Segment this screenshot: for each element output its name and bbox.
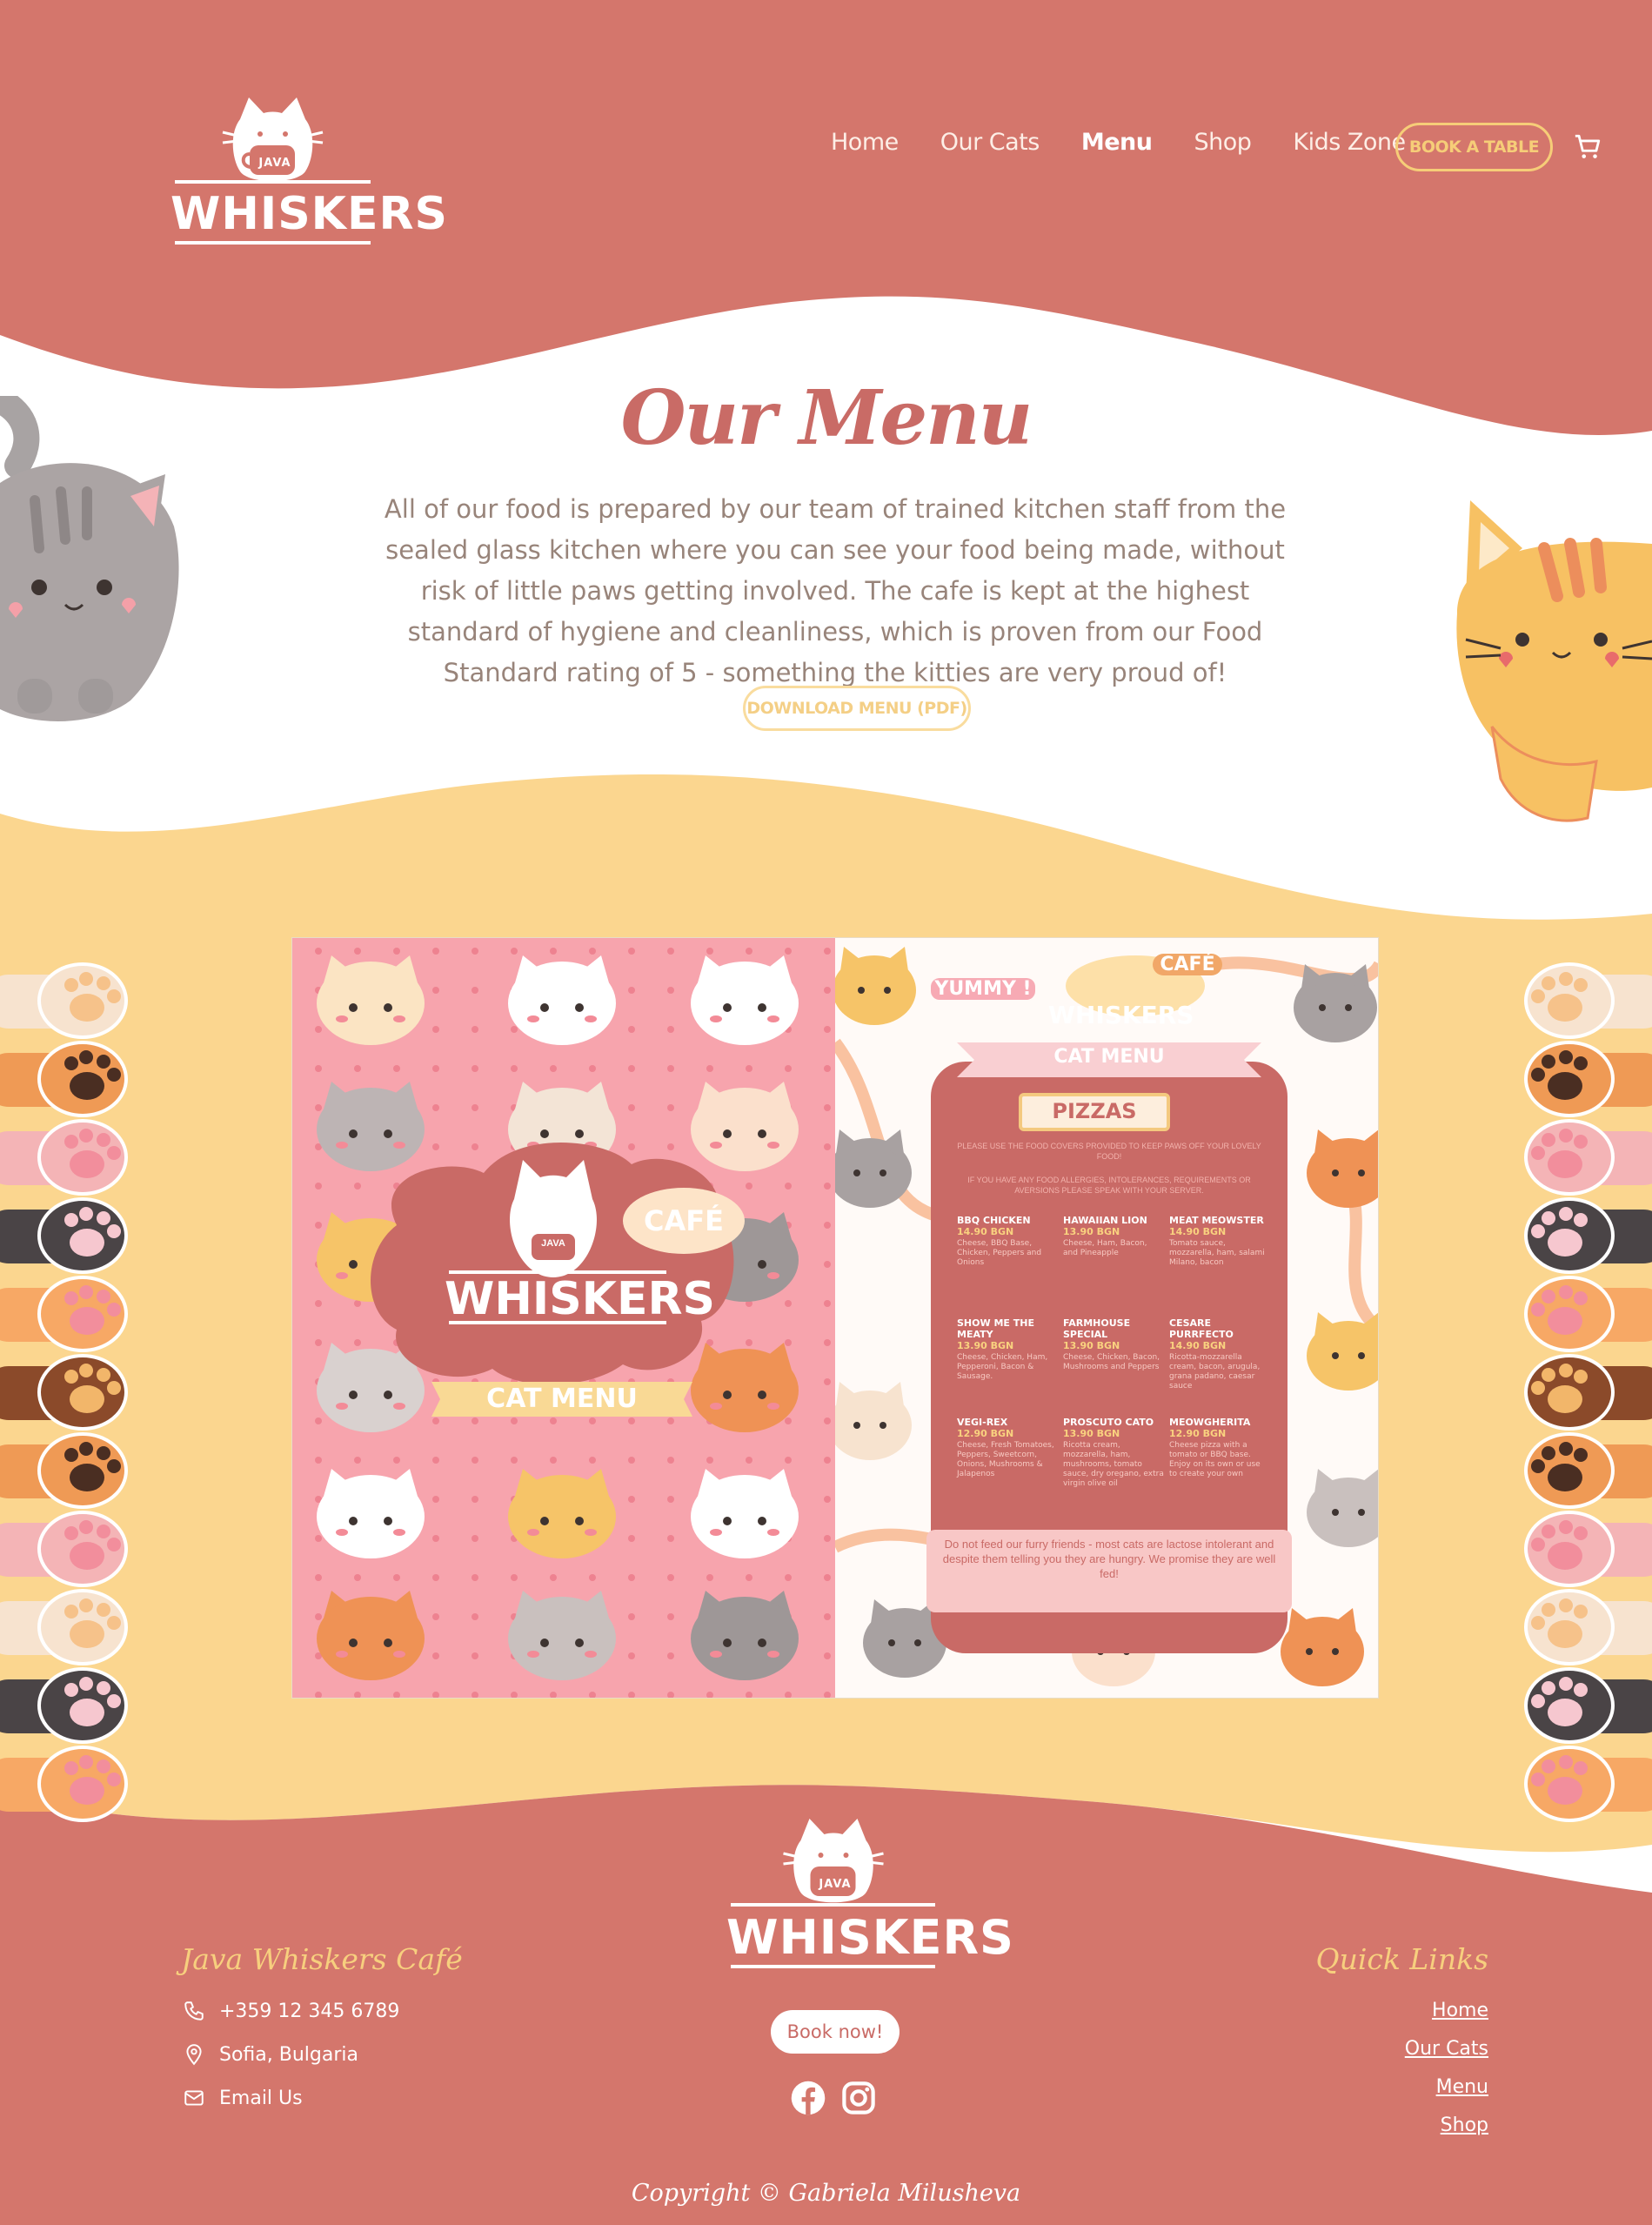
cat-mascot-icon bbox=[222, 97, 324, 182]
menu-inside: YUMMY ! CAFÉ WHISKERS CAT MENU PIZZAS PL… bbox=[835, 938, 1378, 1698]
pizza-item: SHOW ME THE MEATY 13.90 BGN Cheese, Chicke… bbox=[957, 1317, 1058, 1382]
pizza-description: Tomato sauce, mozzarella, ham, salami Mi… bbox=[1169, 1239, 1265, 1267]
inside-section-title: PIZZAS bbox=[1052, 1099, 1137, 1123]
pizza-price: 13.90 BGN bbox=[1063, 1428, 1120, 1439]
pizza-item: CESARE PURRFECTO 14.90 BGN Ricotta-mozzare… bbox=[1169, 1317, 1270, 1391]
nav-shop[interactable]: Shop bbox=[1194, 129, 1251, 156]
pizza-item: MEAT MEOWSTER 14.90 BGN Tomato sauce, mozz… bbox=[1169, 1215, 1270, 1268]
pizza-item: HAWAIIAN LION 13.90 BGN Cheese, Ham, Bacon… bbox=[1063, 1215, 1164, 1258]
download-menu-button[interactable]: DOWNLOAD MENU (PDF) bbox=[743, 686, 971, 731]
quick-link-shop[interactable]: Shop bbox=[1441, 2114, 1488, 2136]
menu-cover: CAFÉ JAVA WHISKERS CAT MENU bbox=[292, 938, 835, 1698]
pizza-price: 12.90 BGN bbox=[1169, 1428, 1227, 1439]
pizza-name: BBQ CHICKEN bbox=[957, 1215, 1031, 1226]
pizza-name: SHOW ME THE MEATY bbox=[957, 1317, 1034, 1340]
orange-cat-illustration bbox=[1456, 500, 1652, 822]
pizza-name: PROSCUTO CATO bbox=[1063, 1417, 1154, 1428]
instagram-icon[interactable] bbox=[840, 2080, 877, 2116]
pizza-description: Ricotta-mozzarella cream, bacon, arugula… bbox=[1169, 1353, 1261, 1391]
inside-note-1: PLEASE USE THE FOOD COVERS PROVIDED TO K… bbox=[957, 1142, 1261, 1161]
pizza-item: BBQ CHICKEN 14.90 BGN Cheese, BBQ Base, Ch… bbox=[957, 1215, 1058, 1268]
pizza-description: Cheese, Chicken, Bacon, Mushrooms and Pe… bbox=[1063, 1353, 1160, 1371]
footer-location-text: Sofia, Bulgaria bbox=[219, 2043, 358, 2066]
quick-link-menu[interactable]: Menu bbox=[1436, 2076, 1488, 2098]
quick-link-our-cats[interactable]: Our Cats bbox=[1405, 2038, 1488, 2060]
page-title: Our Menu bbox=[620, 374, 1033, 462]
menu-intro-text: All of our food is prepared by our team … bbox=[384, 494, 1287, 687]
logo-word: WHISKERS bbox=[171, 188, 448, 240]
left-paws-decoration bbox=[0, 962, 128, 1822]
pizza-name: VEGI-REX bbox=[957, 1417, 1008, 1428]
cover-logo-small: JAVA bbox=[541, 1238, 565, 1249]
pizza-name: FARMHOUSE SPECIAL bbox=[1063, 1317, 1131, 1340]
footer-location: Sofia, Bulgaria bbox=[183, 2043, 358, 2066]
nav-home[interactable]: Home bbox=[831, 129, 899, 156]
pizza-description: Cheese, Chicken, Ham, Pepperoni, Bacon &… bbox=[957, 1353, 1048, 1381]
pizza-item: MEOWGHERITA 12.90 BGN Cheese pizza with a … bbox=[1169, 1417, 1270, 1479]
menu-image[interactable]: CAFÉ JAVA WHISKERS CAT MENU YUMMY ! CAFÉ… bbox=[291, 937, 1379, 1699]
pizza-name: CESARE PURRFECTO bbox=[1169, 1317, 1234, 1340]
inside-logo-word: WHISKERS bbox=[1048, 1001, 1194, 1029]
inside-note-2: IF YOU HAVE ANY FOOD ALLERGIES, INTOLERA… bbox=[967, 1176, 1251, 1195]
pizza-description: Cheese, Ham, Bacon, and Pineapple bbox=[1063, 1239, 1147, 1257]
location-icon bbox=[186, 2044, 202, 2066]
pizza-price: 14.90 BGN bbox=[1169, 1340, 1227, 1351]
footer-logo-word: WHISKERS bbox=[726, 1910, 1014, 1965]
quick-link-home[interactable]: Home bbox=[1432, 2000, 1488, 2021]
nav-menu[interactable]: Menu bbox=[1081, 129, 1153, 156]
footer-phone[interactable]: +359 12 345 6789 bbox=[183, 2000, 399, 2022]
logo-small-text: JAVA bbox=[258, 157, 291, 170]
phone-icon bbox=[184, 2001, 204, 2021]
pizza-item: PROSCUTO CATO 13.90 BGN Ricotta cream, moz… bbox=[1063, 1417, 1164, 1489]
footer-logo[interactable]: JAVA WHISKERS bbox=[726, 1819, 1014, 1971]
pizza-description: Cheese pizza with a tomato or BBQ base. … bbox=[1169, 1441, 1261, 1478]
inside-footer-note: Do not feed our furry friends - most cat… bbox=[942, 1538, 1276, 1580]
pizza-price: 12.90 BGN bbox=[957, 1428, 1014, 1439]
pizza-description: Cheese, BBQ Base, Chicken, Peppers and O… bbox=[957, 1239, 1042, 1267]
mail-icon bbox=[184, 2090, 204, 2106]
pizza-price: 14.90 BGN bbox=[1169, 1226, 1227, 1237]
cat-mascot-icon bbox=[783, 1819, 884, 1903]
nav-kids-zone[interactable]: Kids Zone bbox=[1293, 129, 1406, 156]
book-a-table-button[interactable]: BOOK A TABLE bbox=[1395, 123, 1553, 171]
pizza-price: 13.90 BGN bbox=[1063, 1340, 1120, 1351]
pizza-item: VEGI-REX 12.90 BGN Cheese, Fresh Tomatoes,… bbox=[957, 1417, 1058, 1479]
pizza-price: 13.90 BGN bbox=[957, 1340, 1014, 1351]
pizza-price: 14.90 BGN bbox=[957, 1226, 1014, 1237]
footer-phone-text: +359 12 345 6789 bbox=[219, 2000, 400, 2022]
pizza-name: MEAT MEOWSTER bbox=[1169, 1215, 1264, 1226]
book-now-button[interactable]: Book now! bbox=[771, 2010, 900, 2054]
copyright-text: Copyright © Gabriela Milusheva bbox=[631, 2180, 1021, 2207]
right-paws-decoration bbox=[1524, 962, 1652, 1822]
footer-logo-small: JAVA bbox=[819, 1878, 852, 1891]
inside-yummy-label: YUMMY ! bbox=[931, 978, 1035, 1000]
pizza-price: 13.90 BGN bbox=[1063, 1226, 1120, 1237]
cover-logo-word: WHISKERS bbox=[445, 1273, 715, 1325]
facebook-icon[interactable] bbox=[790, 2080, 826, 2116]
main-nav: Home Our Cats Menu Shop Kids Zone bbox=[831, 129, 1406, 156]
site-logo[interactable]: JAVA WHISKERS bbox=[171, 97, 448, 250]
pizza-item: FARMHOUSE SPECIAL 13.90 BGN Cheese, Chicke… bbox=[1063, 1317, 1164, 1372]
cover-ribbon-label: CAT MENU bbox=[486, 1384, 638, 1414]
nav-our-cats[interactable]: Our Cats bbox=[940, 129, 1040, 156]
footer-email[interactable]: Email Us bbox=[183, 2087, 303, 2109]
pizza-description: Cheese, Fresh Tomatoes, Peppers, Sweetco… bbox=[957, 1441, 1054, 1478]
cover-cafe-label: CAFÉ bbox=[644, 1204, 724, 1237]
inside-ribbon-label: CAT MENU bbox=[1053, 1046, 1165, 1068]
pizza-name: HAWAIIAN LION bbox=[1063, 1215, 1147, 1226]
pizza-description: Ricotta cream, mozzarella, ham, mushroom… bbox=[1063, 1441, 1164, 1488]
footer-quick-links-title: Quick Links bbox=[1315, 1942, 1488, 1976]
inside-cafe-label: CAFÉ bbox=[1153, 954, 1222, 975]
footer-email-text: Email Us bbox=[219, 2087, 303, 2109]
footer-contact-title: Java Whiskers Café bbox=[181, 1942, 463, 1976]
cart-icon[interactable] bbox=[1573, 132, 1602, 162]
pizza-name: MEOWGHERITA bbox=[1169, 1417, 1251, 1428]
